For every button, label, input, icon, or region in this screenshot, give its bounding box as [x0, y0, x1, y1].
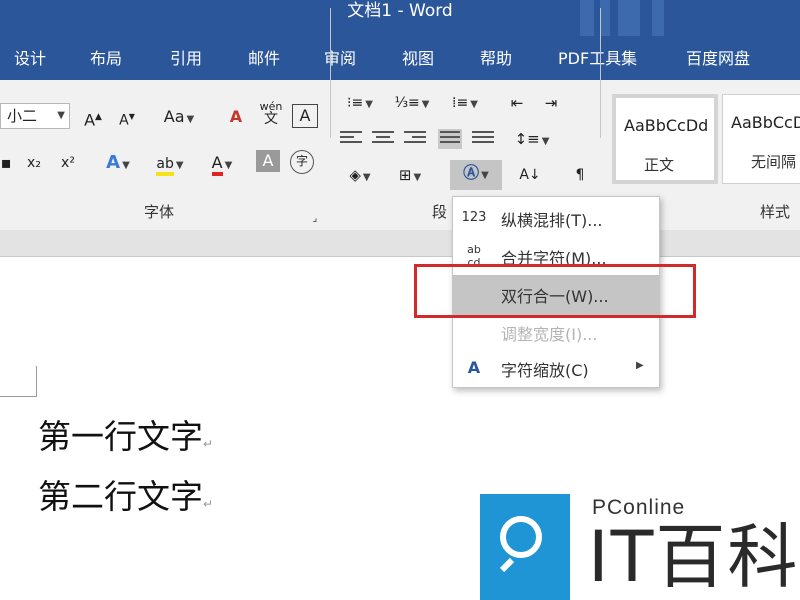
style-name: 无间隔	[751, 153, 797, 171]
character-border-button[interactable]: A	[292, 104, 318, 128]
tab-view[interactable]: 视图	[402, 38, 434, 80]
vertical-text-icon: 123	[461, 210, 487, 225]
tab-review[interactable]: 审阅	[324, 38, 356, 80]
justify-icon[interactable]	[438, 129, 462, 149]
multilevel-list-button[interactable]: ⁞≡ ▼	[442, 90, 488, 116]
title-bar: 文档1 - Word	[0, 0, 800, 38]
superscript-button[interactable]: x²	[56, 150, 80, 176]
style-no-spacing[interactable]: AaBbCcDd 无间隔	[722, 94, 800, 184]
font-group-label: 字体	[144, 203, 175, 221]
tab-help[interactable]: 帮助	[480, 38, 512, 80]
align-left-icon[interactable]	[340, 131, 362, 147]
clear-format-icon: A	[229, 107, 243, 126]
character-scaling-icon: A	[467, 358, 481, 377]
menu-item-combine-vertical[interactable]: 123 纵横混排(T)...	[453, 199, 659, 239]
show-marks-button[interactable]: ¶	[570, 162, 590, 188]
align-right-icon[interactable]	[404, 131, 426, 147]
numbering-button[interactable]: ⅓≡ ▼	[390, 90, 434, 116]
font-color-icon: A	[211, 153, 223, 176]
ribbon-tabs: 设计 布局 引用 邮件 审阅 视图 帮助 PDF工具集 百度网盘	[0, 38, 800, 80]
document-line[interactable]: 第二行文字↵	[38, 470, 213, 518]
enclose-characters-icon: 字	[295, 154, 308, 168]
increase-indent-button[interactable]: ⇥	[538, 90, 564, 116]
watermark-name: IT百科	[588, 516, 800, 598]
two-lines-icon	[459, 279, 489, 309]
paragraph-mark: ↵	[203, 497, 214, 511]
character-shading-button[interactable]: A	[256, 150, 280, 172]
change-case-icon: Aa	[163, 107, 185, 126]
magnifier-icon	[500, 516, 542, 558]
document-line-text: 第二行文字	[38, 477, 203, 516]
highlight-icon: ab	[156, 156, 174, 176]
style-name: 正文	[644, 156, 675, 174]
text-effects-button[interactable]: A ▼	[100, 150, 136, 176]
clear-format-button[interactable]: A	[222, 104, 250, 130]
pconline-logo	[480, 494, 570, 600]
page-corner-mark	[0, 366, 37, 397]
line-spacing-button[interactable]: ↕≡ ▼	[514, 126, 550, 152]
superscript-icon: x²	[61, 155, 75, 171]
combine-characters-icon: ab cd	[467, 243, 481, 269]
window-title: 文档1 - Word	[347, 1, 453, 21]
tab-layout[interactable]: 布局	[90, 38, 122, 80]
ribbon-bottom-strip	[0, 230, 800, 257]
grow-font-icon: A	[84, 110, 96, 130]
paragraph-shading-button[interactable]: ◈ ▼	[340, 162, 380, 188]
tab-mailings[interactable]: 邮件	[248, 38, 280, 80]
grow-font-button[interactable]: A▲	[80, 104, 106, 130]
document-line-text: 第一行文字	[38, 417, 203, 456]
subscript-button[interactable]: x₂	[22, 150, 46, 176]
menu-item-two-lines-in-one[interactable]: 双行合一(W)...	[453, 275, 659, 315]
tab-design[interactable]: 设计	[14, 38, 46, 80]
paragraph-mark: ↵	[203, 437, 214, 451]
bullets-button[interactable]: ⁝≡ ▼	[340, 90, 380, 116]
phonetic-bottom: 文	[264, 111, 278, 127]
asian-layout-button[interactable]: Ⓐ ▼	[450, 160, 502, 190]
styles-group-label: 样式	[760, 203, 791, 221]
highlight-button[interactable]: ab ▼	[150, 150, 190, 176]
chevron-down-icon: ▼	[57, 110, 65, 121]
group-separator	[600, 8, 601, 138]
menu-item-combine-characters[interactable]: ab cd 合并字符(M)...	[453, 237, 659, 277]
bold-italic-remnant: ▪	[0, 153, 12, 172]
borders-button[interactable]: ⊞ ▼	[390, 162, 430, 188]
sort-button[interactable]: A↓	[516, 162, 544, 188]
phonetic-guide-button[interactable]: wén 文	[256, 100, 286, 132]
group-separator	[330, 8, 331, 138]
style-sample-text: AaBbCcDd	[731, 113, 800, 132]
menu-item-character-scaling[interactable]: A 字符缩放(C) ▶	[453, 349, 659, 389]
enclose-characters-button[interactable]: 字	[290, 150, 314, 174]
menu-item-fit-text[interactable]: 调整宽度(I)...	[453, 313, 659, 353]
tab-pdf-tools[interactable]: PDF工具集	[558, 38, 637, 80]
font-size-value: 小二	[7, 107, 38, 125]
text-effects-icon: A	[106, 152, 121, 173]
tab-references[interactable]: 引用	[170, 38, 202, 80]
character-shading-icon: A	[262, 151, 274, 170]
submenu-arrow-icon: ▶	[636, 360, 644, 371]
menu-item-label: 双行合一(W)...	[501, 287, 609, 306]
style-sample-text: AaBbCcDd	[624, 116, 709, 135]
style-normal[interactable]: AaBbCcDd 正文	[612, 94, 718, 184]
font-dialog-launcher-icon[interactable]: ⌟	[308, 206, 322, 232]
font-size-select[interactable]: 小二 ▼	[0, 103, 70, 129]
fit-text-icon	[459, 317, 489, 347]
decrease-indent-button[interactable]: ⇤	[504, 90, 530, 116]
menu-item-label: 合并字符(M)...	[501, 249, 607, 268]
align-center-icon[interactable]	[372, 131, 394, 147]
shrink-font-button[interactable]: A▼	[114, 104, 140, 130]
character-border-icon: A	[299, 106, 311, 125]
asian-layout-menu: 123 纵横混排(T)... ab cd 合并字符(M)... 双行合一(W).…	[452, 196, 660, 388]
menu-item-label: 纵横混排(T)...	[501, 211, 603, 230]
magnifier-handle	[499, 557, 515, 573]
subscript-icon: x₂	[27, 155, 41, 171]
menu-item-label: 字符缩放(C)	[501, 361, 589, 380]
document-line[interactable]: 第一行文字↵	[38, 410, 213, 458]
shrink-font-icon: A	[119, 112, 129, 129]
font-color-button[interactable]: A ▼	[202, 150, 242, 176]
menu-item-label: 调整宽度(I)...	[501, 325, 598, 344]
tab-baidu-netdisk[interactable]: 百度网盘	[686, 38, 750, 80]
change-case-button[interactable]: Aa ▼	[156, 104, 202, 130]
distributed-icon[interactable]	[472, 131, 494, 147]
paragraph-group-label: 段	[432, 203, 448, 221]
